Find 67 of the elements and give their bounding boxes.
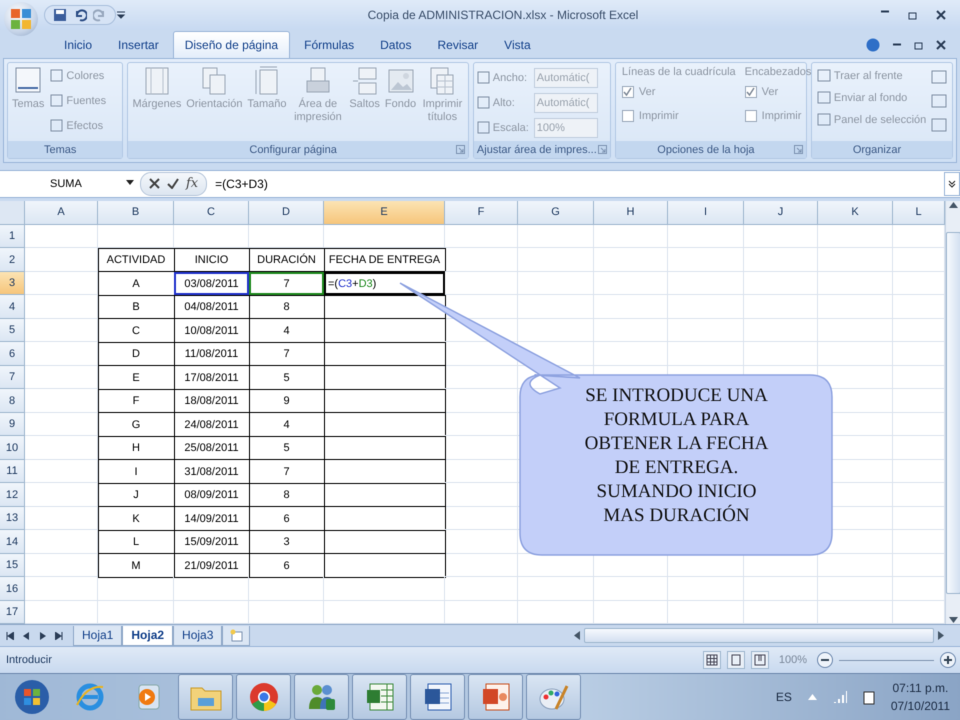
row-header[interactable]: 11	[0, 460, 25, 484]
clock-date[interactable]: 07/10/2011	[890, 696, 950, 715]
table-cell: M	[98, 553, 174, 578]
window-title: Copia de ADMINISTRACION.xlsx - Microsoft Excel	[366, 8, 640, 22]
column-header[interactable]: J	[744, 200, 818, 225]
row-header[interactable]: 5	[0, 318, 25, 342]
ribbon-tab[interactable]: Inicio	[52, 30, 104, 58]
field-label: Escala:	[492, 122, 530, 134]
field-label: Ancho:	[492, 72, 528, 84]
zoom-level: 100%	[778, 654, 807, 666]
row-header[interactable]: 13	[0, 506, 25, 530]
row-header[interactable]: 10	[0, 436, 25, 460]
column-header[interactable]: L	[893, 200, 945, 225]
status-mode: Introducir	[5, 654, 53, 666]
row-header[interactable]: 4	[0, 295, 25, 319]
column-header[interactable]: K	[818, 200, 893, 225]
column-header[interactable]: B	[98, 200, 174, 225]
group-label: Temas	[44, 144, 76, 156]
ribbon-tab[interactable]: Fórmulas	[292, 30, 366, 58]
name-box[interactable]: SUMA	[0, 178, 140, 190]
option-heading: Líneas de la cuadrícula	[622, 66, 736, 78]
row-header[interactable]: 2	[0, 248, 25, 272]
sheet-tab[interactable]: Hoja1	[73, 626, 122, 646]
column-header[interactable]: G	[518, 200, 594, 225]
row-header[interactable]: 17	[0, 600, 25, 624]
group-label: Ajustar área de impres...	[476, 144, 597, 156]
table-header-cell: FECHA DE ENTREGA	[324, 248, 446, 272]
column-header[interactable]: A	[25, 200, 98, 225]
field-label: Alto:	[492, 96, 516, 109]
clock-time[interactable]: 07:11 p.m.	[892, 678, 948, 697]
option-heading: Encabezados	[744, 66, 812, 78]
insert-function-button[interactable]: fx	[186, 176, 198, 192]
row-header[interactable]: 6	[0, 342, 25, 366]
sheet-tab[interactable]: Hoja2	[122, 626, 174, 646]
formula-input[interactable]: =(C3+D3)	[207, 176, 944, 191]
row-header[interactable]: 1	[0, 224, 25, 248]
row-header[interactable]: 16	[0, 577, 25, 601]
table-header-cell: INICIO	[174, 248, 250, 272]
row-header[interactable]: 12	[0, 483, 25, 507]
table-header-cell: ACTIVIDAD	[98, 248, 174, 272]
row-header[interactable]: 8	[0, 389, 25, 413]
ribbon-tab[interactable]: Vista	[492, 30, 543, 58]
column-header[interactable]: E	[324, 200, 445, 225]
ribbon-tab[interactable]: Revisar	[425, 30, 490, 58]
ribbon-tab[interactable]: Diseño de página	[172, 30, 290, 58]
ribbon-tab[interactable]: Insertar	[106, 30, 171, 58]
table-cell: 03/08/2011	[174, 272, 249, 296]
group-label: Opciones de la hoja	[657, 144, 755, 156]
column-header[interactable]: I	[668, 200, 744, 225]
table-cell: 7	[249, 272, 324, 296]
table-header-cell: DURACIÓN	[248, 248, 324, 272]
row-header[interactable]: 7	[0, 366, 25, 390]
editing-cell[interactable]: =(C3+D3)	[324, 272, 445, 296]
group-label: Organizar	[852, 144, 902, 156]
ribbon-tab[interactable]: Datos	[368, 30, 424, 58]
row-header[interactable]: 3	[0, 272, 25, 296]
column-header[interactable]: C	[174, 200, 249, 225]
language-indicator[interactable]: ES	[776, 690, 792, 704]
column-header[interactable]: F	[445, 200, 518, 225]
row-header[interactable]: 14	[0, 530, 25, 554]
row-header[interactable]: 15	[0, 554, 25, 578]
column-header[interactable]: D	[249, 200, 324, 225]
tooltip-text: SE INTRODUCE UNA FORMULA PARA OBTENER LA FECHA DE ENTREGA. SUMANDO INICIO MAS DURACIÓN	[584, 384, 770, 528]
group-label: Configurar página	[249, 144, 337, 156]
row-header[interactable]: 9	[0, 412, 25, 436]
column-header[interactable]: H	[594, 200, 668, 225]
sheet-tab[interactable]: Hoja3	[173, 626, 222, 646]
